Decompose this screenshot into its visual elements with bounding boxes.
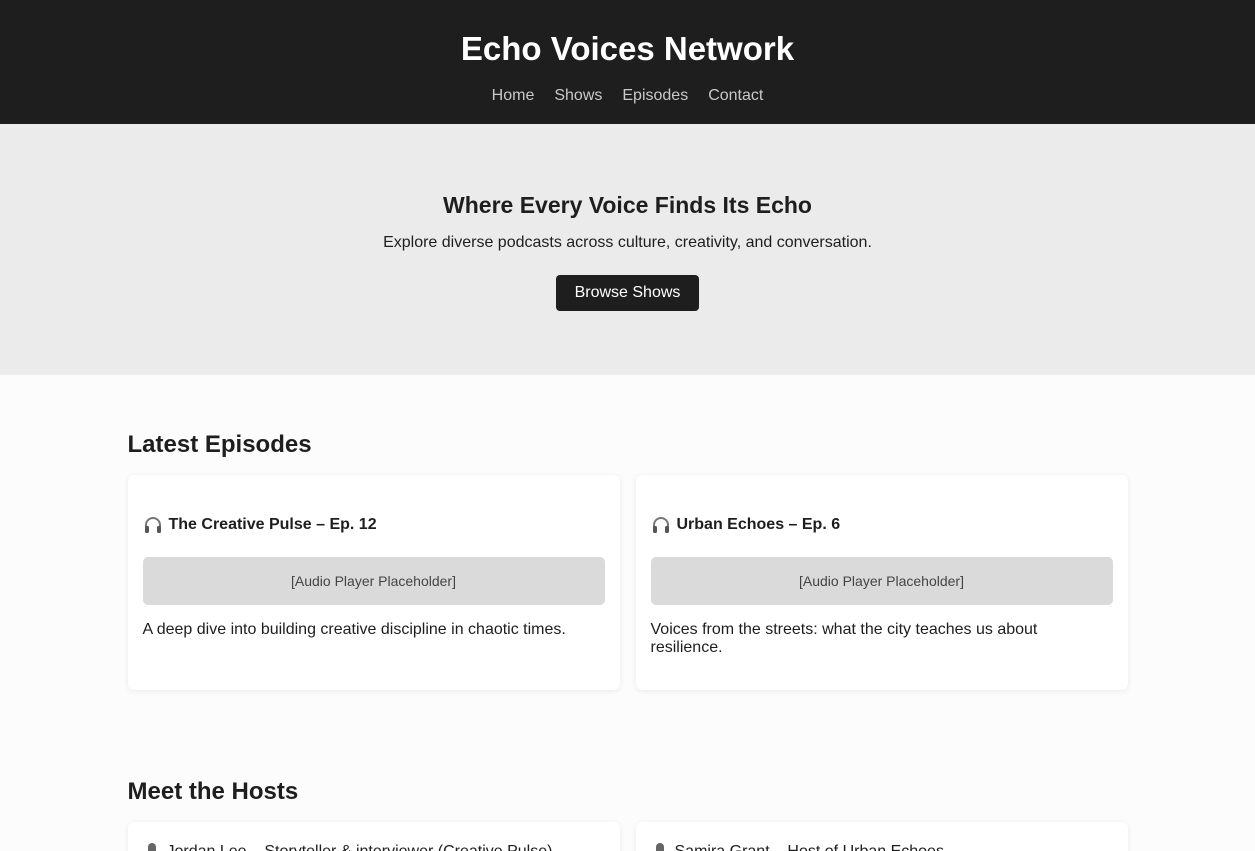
nav-shows-link[interactable]: Shows [554, 86, 602, 106]
audio-player-placeholder[interactable]: [Audio Player Placeholder] [650, 557, 1113, 605]
section-title-episodes: Latest Episodes [127, 431, 312, 458]
headphones-icon [651, 515, 671, 535]
episodes-grid: The Creative Pulse – Ep. 12 [Audio Playe… [127, 475, 1128, 690]
nav-home-link[interactable]: Home [492, 86, 535, 106]
nav-episodes-link[interactable]: Episodes [622, 86, 688, 106]
episode-title[interactable]: The Creative Pulse – Ep. 12 [143, 515, 605, 535]
audio-player-placeholder[interactable]: [Audio Player Placeholder] [142, 557, 605, 605]
site-header: Echo Voices Network Home Shows Episodes … [0, 0, 1255, 124]
headphones-icon [143, 515, 163, 535]
episode-card: Urban Echoes – Ep. 6 [Audio Player Place… [635, 475, 1128, 690]
main-nav: Home Shows Episodes Contact [0, 86, 1255, 106]
hero-subtitle: Explore diverse podcasts across culture,… [383, 234, 872, 251]
episode-description: Voices from the streets: what the city t… [650, 621, 1038, 656]
episode-card: The Creative Pulse – Ep. 12 [Audio Playe… [127, 475, 620, 690]
host-text: Jordan Lee – Storyteller & interviewer (… [167, 842, 553, 851]
hero-section: Where Every Voice Finds Its Echo Explore… [0, 124, 1255, 375]
hosts-grid: Jordan Lee – Storyteller & interviewer (… [127, 822, 1128, 851]
browse-shows-button[interactable]: Browse Shows [555, 275, 700, 311]
host-text: Samira Grant – Host of Urban Echoes [675, 842, 944, 851]
host-card: Jordan Lee – Storyteller & interviewer (… [127, 822, 620, 851]
hosts-section: Meet the Hosts Jordan Lee – Storyteller … [127, 690, 1128, 851]
episode-title[interactable]: Urban Echoes – Ep. 6 [651, 515, 1113, 535]
latest-episodes-section: Latest Episodes The Creative Pulse – Ep.… [127, 375, 1128, 690]
nav-contact-link[interactable]: Contact [708, 86, 763, 106]
host-card: Samira Grant – Host of Urban Echoes [635, 822, 1128, 851]
section-title-hosts: Meet the Hosts [127, 778, 299, 805]
episode-title-text: The Creative Pulse – Ep. 12 [168, 516, 377, 533]
site-title: Echo Voices Network [460, 30, 795, 67]
episode-title-text: Urban Echoes – Ep. 6 [676, 516, 841, 533]
episode-description: A deep dive into building creative disci… [142, 621, 566, 638]
hero-title: Where Every Voice Finds Its Echo [443, 192, 812, 218]
microphone-icon [651, 842, 669, 851]
microphone-icon [143, 842, 161, 851]
